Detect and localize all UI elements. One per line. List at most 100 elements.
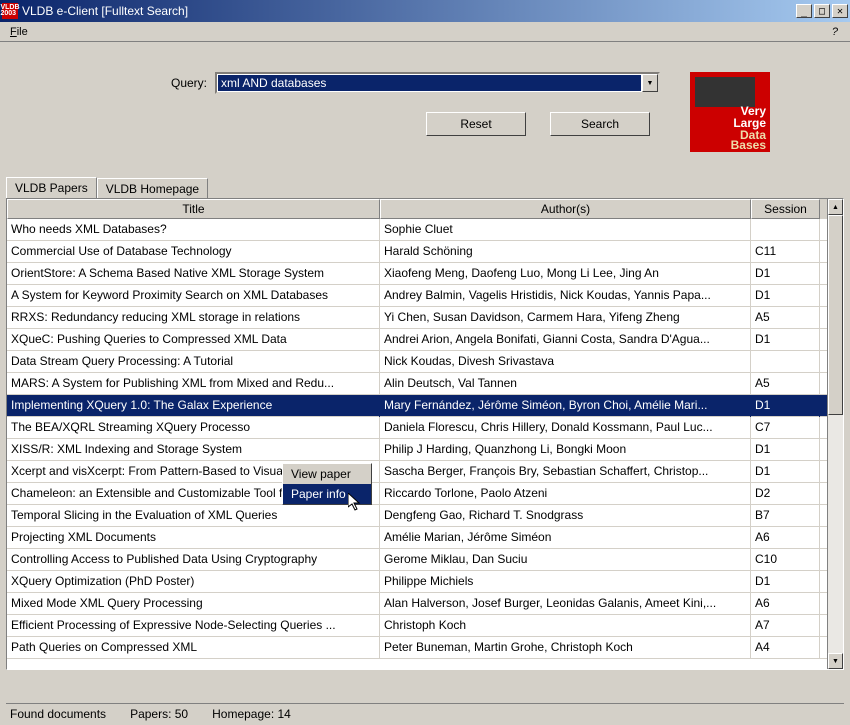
cell-session: A4	[751, 637, 820, 659]
cell-authors: Yi Chen, Susan Davidson, Carmem Hara, Yi…	[380, 307, 751, 329]
scroll-thumb[interactable]	[828, 215, 843, 415]
scroll-track[interactable]	[828, 215, 843, 653]
cell-title: XISS/R: XML Indexing and Storage System	[7, 439, 380, 461]
status-found: Found documents	[10, 707, 106, 721]
minimize-button[interactable]: _	[796, 4, 812, 18]
tab-vldb-papers[interactable]: VLDB Papers	[6, 177, 97, 199]
cell-authors: Philip J Harding, Quanzhong Li, Bongki M…	[380, 439, 751, 461]
cell-authors: Daniela Florescu, Chris Hillery, Donald …	[380, 417, 751, 439]
table-row[interactable]: Mixed Mode XML Query ProcessingAlan Halv…	[7, 593, 827, 615]
file-menu[interactable]: File	[4, 24, 34, 40]
titlebar: VLDB2003 VLDB e-Client [Fulltext Search]…	[0, 0, 850, 22]
cell-title: XQuery Optimization (PhD Poster)	[7, 571, 380, 593]
cell-authors: Harald Schöning	[380, 241, 751, 263]
status-homepage-count: Homepage: 14	[212, 707, 291, 721]
table-row[interactable]: Path Queries on Compressed XMLPeter Bune…	[7, 637, 827, 659]
cell-authors: Sophie Cluet	[380, 219, 751, 241]
table-row[interactable]: Commercial Use of Database TechnologyHar…	[7, 241, 827, 263]
cell-session: D1	[751, 285, 820, 307]
cell-title: Implementing XQuery 1.0: The Galax Exper…	[7, 395, 380, 417]
cell-title: Projecting XML Documents	[7, 527, 380, 549]
cell-session: A6	[751, 527, 820, 549]
cell-authors: Xiaofeng Meng, Daofeng Luo, Mong Li Lee,…	[380, 263, 751, 285]
column-title[interactable]: Title	[7, 199, 380, 219]
cell-session: D1	[751, 329, 820, 351]
cell-session: A5	[751, 373, 820, 395]
table-row[interactable]: XISS/R: XML Indexing and Storage SystemP…	[7, 439, 827, 461]
table-row[interactable]: Data Stream Query Processing: A Tutorial…	[7, 351, 827, 373]
reset-button[interactable]: Reset	[426, 112, 526, 136]
cell-session: D1	[751, 461, 820, 483]
cell-title: The BEA/XQRL Streaming XQuery Processo	[7, 417, 380, 439]
cell-session: D1	[751, 395, 820, 417]
cell-title: Efficient Processing of Expressive Node-…	[7, 615, 380, 637]
cell-authors: Philippe Michiels	[380, 571, 751, 593]
cell-authors: Mary Fernández, Jérôme Siméon, Byron Cho…	[380, 395, 751, 417]
table-row[interactable]: RRXS: Redundancy reducing XML storage in…	[7, 307, 827, 329]
table-row[interactable]: Projecting XML DocumentsAmélie Marian, J…	[7, 527, 827, 549]
cell-authors: Sascha Berger, François Bry, Sebastian S…	[380, 461, 751, 483]
status-bar: Found documents Papers: 50 Homepage: 14	[6, 703, 844, 723]
vldb-logo: Very Large Data Bases	[690, 72, 770, 152]
cell-session: B7	[751, 505, 820, 527]
cell-authors: Amélie Marian, Jérôme Siméon	[380, 527, 751, 549]
table-row[interactable]: Who needs XML Databases?Sophie Cluet	[7, 219, 827, 241]
table-row[interactable]: Implementing XQuery 1.0: The Galax Exper…	[7, 395, 827, 417]
context-view-paper[interactable]: View paper	[283, 464, 371, 484]
window-title: VLDB e-Client [Fulltext Search]	[22, 4, 796, 18]
table-row[interactable]: Controlling Access to Published Data Usi…	[7, 549, 827, 571]
scroll-up-button[interactable]: ▲	[828, 199, 843, 215]
query-value[interactable]: xml AND databases	[218, 75, 641, 91]
cell-session: D1	[751, 263, 820, 285]
grid-header: Title Author(s) Session	[7, 199, 827, 219]
cell-title: A System for Keyword Proximity Search on…	[7, 285, 380, 307]
table-row[interactable]: A System for Keyword Proximity Search on…	[7, 285, 827, 307]
cell-authors: Christoph Koch	[380, 615, 751, 637]
cell-title: OrientStore: A Schema Based Native XML S…	[7, 263, 380, 285]
cell-title: Commercial Use of Database Technology	[7, 241, 380, 263]
cell-authors: Riccardo Torlone, Paolo Atzeni	[380, 483, 751, 505]
vertical-scrollbar[interactable]: ▲ ▼	[827, 199, 843, 669]
cell-title: RRXS: Redundancy reducing XML storage in…	[7, 307, 380, 329]
table-row[interactable]: OrientStore: A Schema Based Native XML S…	[7, 263, 827, 285]
table-row[interactable]: Temporal Slicing in the Evaluation of XM…	[7, 505, 827, 527]
cell-authors: Gerome Miklau, Dan Suciu	[380, 549, 751, 571]
table-row[interactable]: XQuery Optimization (PhD Poster)Philippe…	[7, 571, 827, 593]
cell-authors: Alin Deutsch, Val Tannen	[380, 373, 751, 395]
maximize-button[interactable]: □	[814, 4, 830, 18]
query-input[interactable]: xml AND databases ▼	[215, 72, 660, 94]
app-icon: VLDB2003	[2, 3, 18, 19]
cell-title: Controlling Access to Published Data Usi…	[7, 549, 380, 571]
cell-session	[751, 219, 820, 241]
cell-authors: Andrey Balmin, Vagelis Hristidis, Nick K…	[380, 285, 751, 307]
cell-session: A7	[751, 615, 820, 637]
table-row[interactable]: The BEA/XQRL Streaming XQuery ProcessoDa…	[7, 417, 827, 439]
table-row[interactable]: Efficient Processing of Expressive Node-…	[7, 615, 827, 637]
cell-session: D2	[751, 483, 820, 505]
cell-title: Data Stream Query Processing: A Tutorial	[7, 351, 380, 373]
menubar: File ?	[0, 22, 850, 42]
column-session[interactable]: Session	[751, 199, 820, 219]
chevron-down-icon[interactable]: ▼	[642, 74, 658, 92]
search-panel: Query: xml AND databases ▼ Reset Search …	[0, 42, 850, 162]
close-button[interactable]: ✕	[832, 4, 848, 18]
table-row[interactable]: MARS: A System for Publishing XML from M…	[7, 373, 827, 395]
cell-authors: Nick Koudas, Divesh Srivastava	[380, 351, 751, 373]
table-row[interactable]: Xcerpt and visXcerpt: From Pattern-Based…	[7, 461, 827, 483]
cell-session: D1	[751, 439, 820, 461]
cell-title: Temporal Slicing in the Evaluation of XM…	[7, 505, 380, 527]
table-row[interactable]: Chameleon: an Extensible and Customizabl…	[7, 483, 827, 505]
table-row[interactable]: XQueC: Pushing Queries to Compressed XML…	[7, 329, 827, 351]
context-menu: View paper Paper info	[282, 463, 372, 505]
context-paper-info[interactable]: Paper info	[283, 484, 371, 504]
cell-session: A5	[751, 307, 820, 329]
help-menu[interactable]: ?	[824, 24, 846, 40]
scroll-down-button[interactable]: ▼	[828, 653, 843, 669]
cell-authors: Alan Halverson, Josef Burger, Leonidas G…	[380, 593, 751, 615]
cell-authors: Andrei Arion, Angela Bonifati, Gianni Co…	[380, 329, 751, 351]
cell-authors: Peter Buneman, Martin Grohe, Christoph K…	[380, 637, 751, 659]
column-authors[interactable]: Author(s)	[380, 199, 751, 219]
search-button[interactable]: Search	[550, 112, 650, 136]
cell-session: A6	[751, 593, 820, 615]
tab-vldb-homepage[interactable]: VLDB Homepage	[97, 178, 208, 200]
